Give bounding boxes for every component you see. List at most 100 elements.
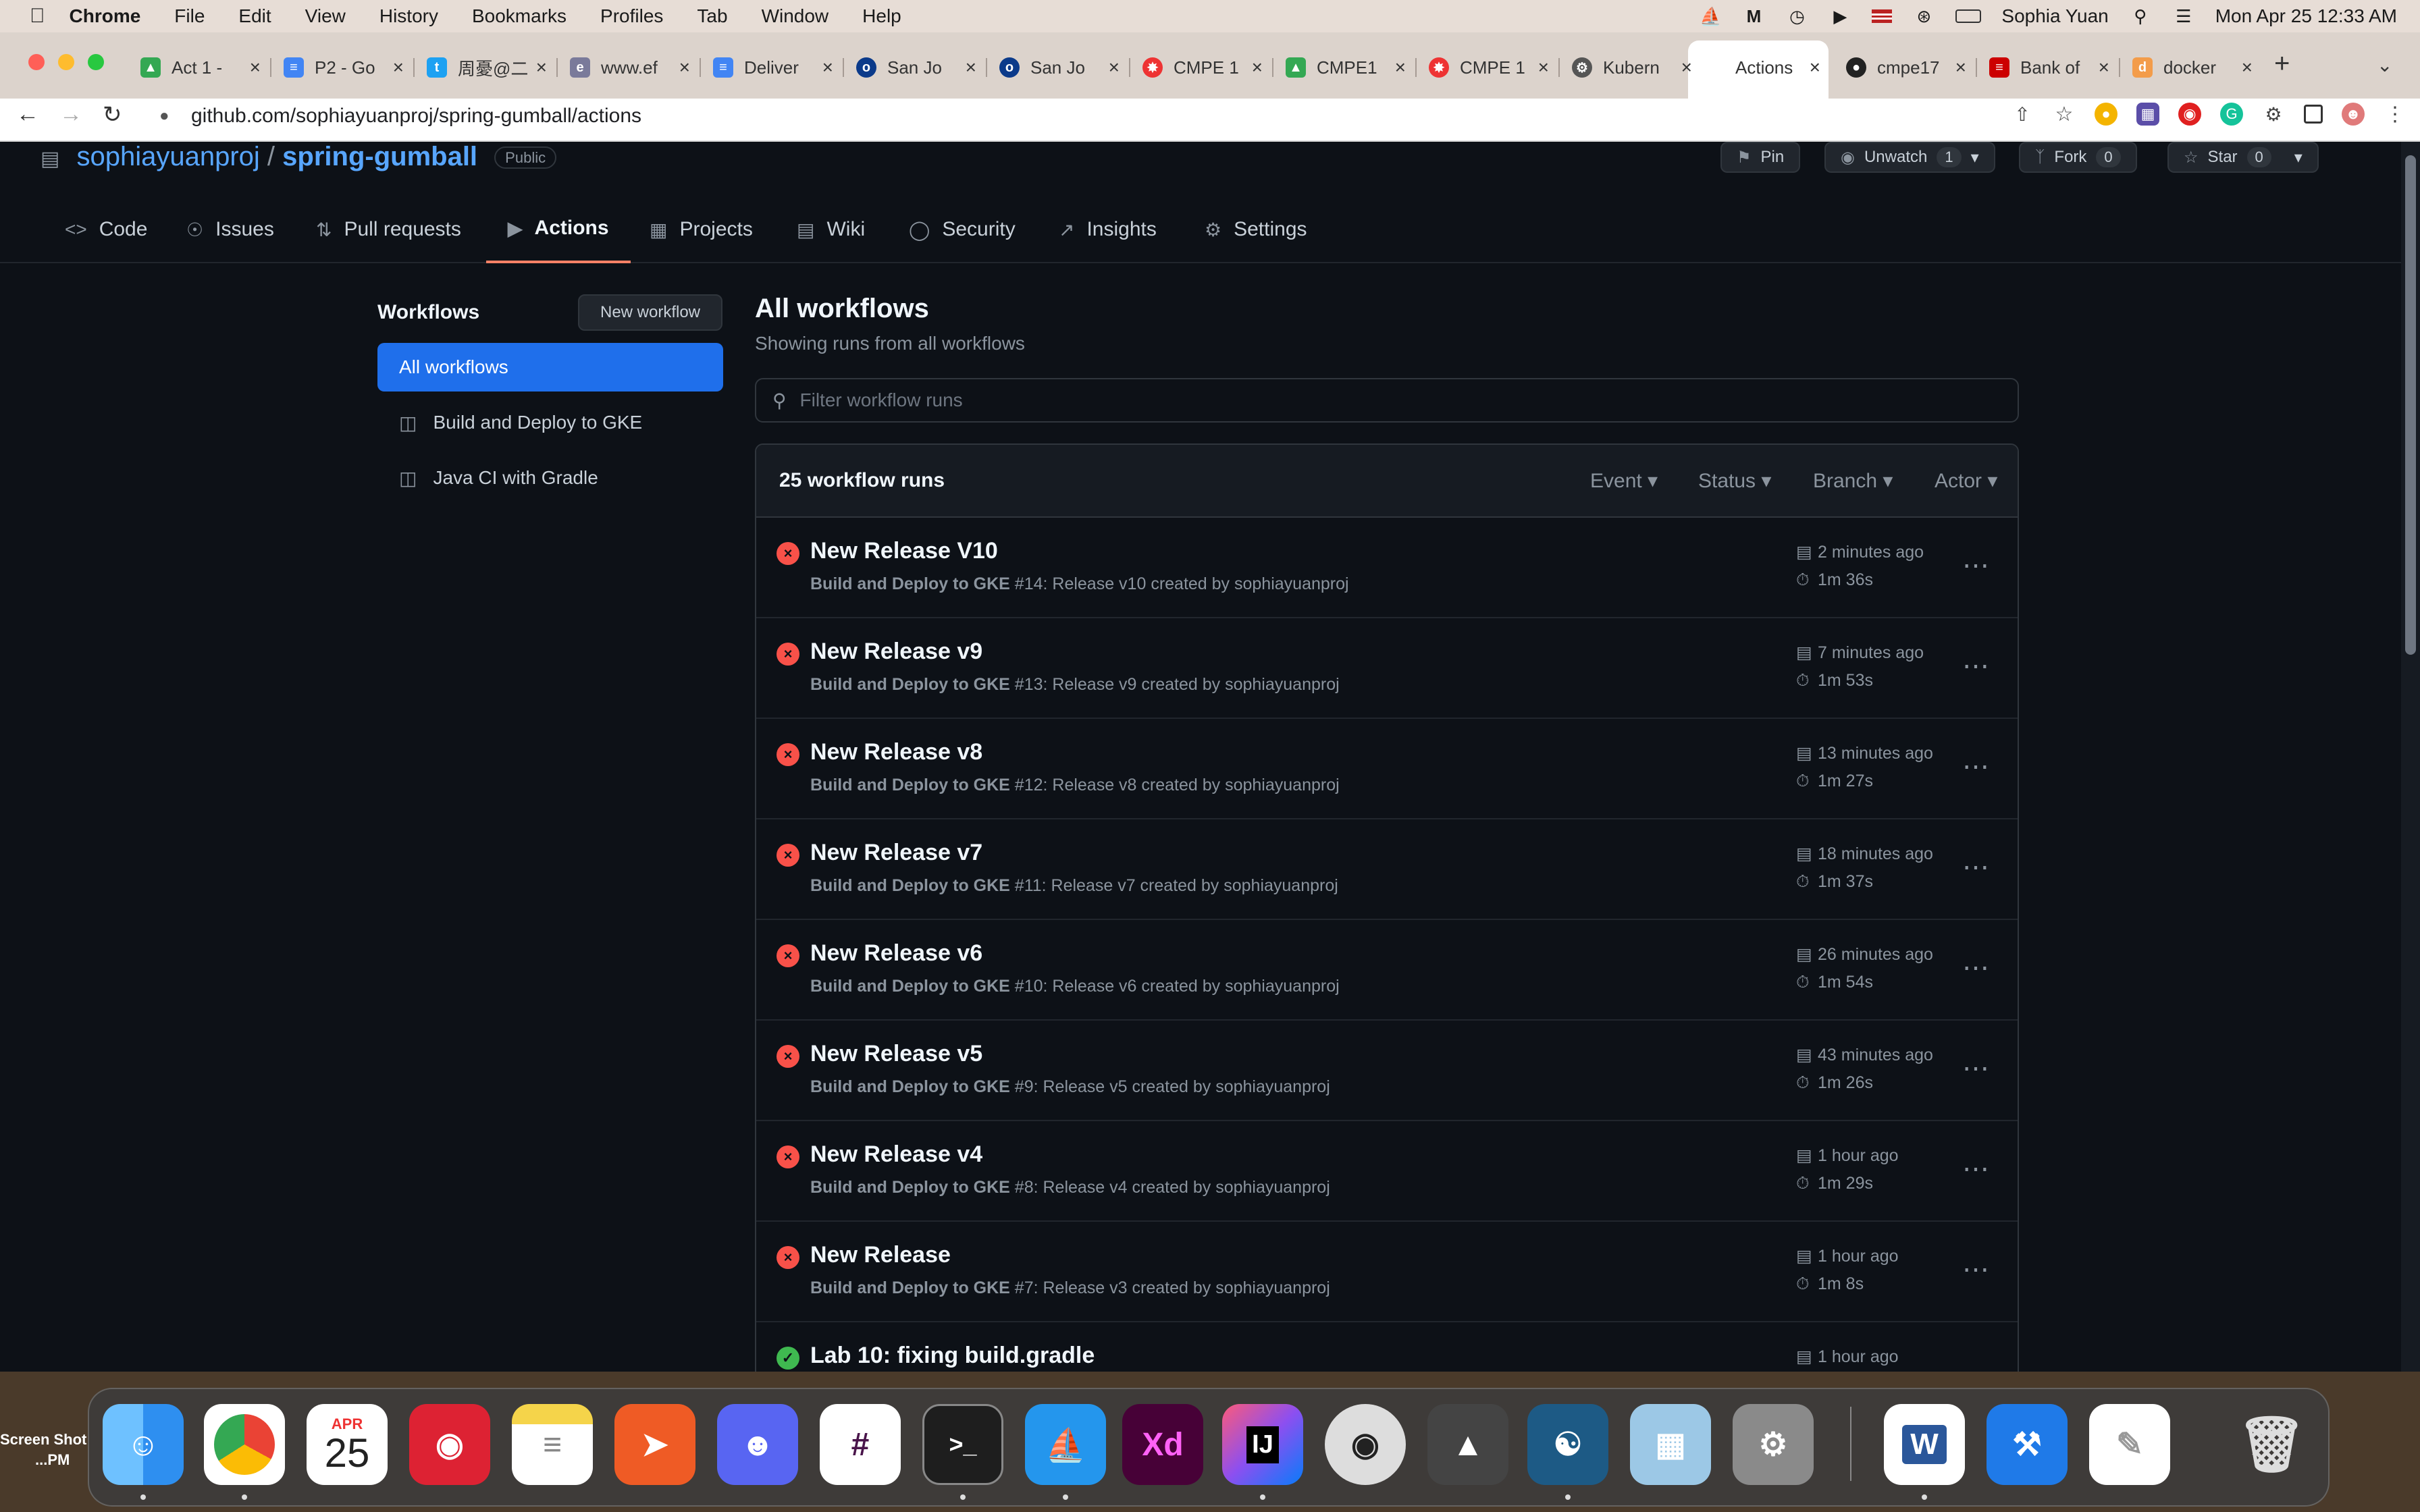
profile-avatar-icon[interactable]: ☻ bbox=[2342, 103, 2365, 126]
side-panel-icon[interactable] bbox=[2304, 105, 2323, 124]
page-scrollbar[interactable] bbox=[2401, 142, 2420, 1372]
terminal-icon[interactable]: >_ bbox=[922, 1404, 1003, 1485]
run-title[interactable]: Lab 10: fixing build.gradle bbox=[810, 1343, 1095, 1369]
lock-icon[interactable]: ● bbox=[159, 107, 169, 126]
tab-projects[interactable]: ▦ Projects bbox=[650, 196, 753, 263]
tab-actions[interactable]: Actions × bbox=[1720, 50, 1829, 85]
unity-icon[interactable]: ▲ bbox=[1427, 1404, 1508, 1485]
repo-name-link[interactable]: spring-gumball bbox=[282, 142, 477, 171]
scrollbar-thumb[interactable] bbox=[2405, 155, 2416, 655]
close-tab-icon[interactable]: × bbox=[393, 57, 404, 78]
notes-icon[interactable]: ≡ bbox=[512, 1404, 593, 1485]
extension-red-icon[interactable]: ◉ bbox=[2178, 103, 2201, 126]
reload-icon[interactable]: ↻ bbox=[103, 101, 122, 128]
postman-icon[interactable]: ➤ bbox=[614, 1404, 695, 1485]
textedit-icon[interactable]: ✎ bbox=[2089, 1404, 2170, 1485]
more-options-icon[interactable]: ⋯ bbox=[1962, 852, 1991, 883]
menu-file[interactable]: File bbox=[174, 5, 205, 27]
malwarebytes-icon[interactable]: M bbox=[1742, 6, 1765, 26]
run-title[interactable]: New Release v5 bbox=[810, 1041, 982, 1067]
workflow-run-row[interactable]: × New Release V10 Build and Deploy to GK… bbox=[756, 518, 2018, 618]
close-tab-icon[interactable]: × bbox=[2242, 57, 2253, 78]
chrome-icon[interactable] bbox=[204, 1404, 285, 1485]
tab-wiki[interactable]: ▤ Wiki bbox=[797, 196, 865, 263]
menu-clock[interactable]: Mon Apr 25 12:33 AM bbox=[2215, 5, 2397, 27]
branch-filter[interactable]: Branch ▾ bbox=[1813, 469, 1893, 493]
repo-owner-link[interactable]: sophiayuanproj bbox=[76, 142, 259, 171]
share-icon[interactable]: ⇧ bbox=[2011, 103, 2034, 126]
slack-icon[interactable]: # bbox=[820, 1404, 901, 1485]
close-tab-icon[interactable]: × bbox=[822, 57, 833, 78]
menu-help[interactable]: Help bbox=[862, 5, 901, 27]
run-title[interactable]: New Release bbox=[810, 1242, 951, 1268]
play-circle-icon[interactable]: ▶ bbox=[1829, 6, 1851, 26]
unwatch-button[interactable]: ◉ Unwatch 1 ▾ bbox=[1824, 142, 1995, 173]
workflow-run-row[interactable]: × New Release v6 Build and Deploy to GKE… bbox=[756, 920, 2018, 1021]
tab-act1[interactable]: ▲ Act 1 - × bbox=[128, 50, 269, 85]
close-window-button[interactable] bbox=[28, 54, 45, 70]
run-title[interactable]: New Release v8 bbox=[810, 739, 982, 765]
extensions-puzzle-icon[interactable]: ⚙ bbox=[2262, 103, 2285, 126]
tab-kubernetes[interactable]: ⚙ Kubern × bbox=[1560, 50, 1700, 85]
close-tab-icon[interactable]: × bbox=[1252, 57, 1263, 78]
caret-down-icon[interactable]: ▾ bbox=[1971, 148, 1979, 167]
tab-insights[interactable]: ↗ Insights bbox=[1059, 196, 1157, 263]
new-workflow-button[interactable]: New workflow bbox=[578, 294, 722, 331]
extension-color-icon[interactable]: ● bbox=[2095, 103, 2118, 126]
grammarly-icon[interactable]: G bbox=[2220, 103, 2243, 126]
close-tab-icon[interactable]: × bbox=[536, 57, 547, 78]
us-flag-icon[interactable] bbox=[1872, 9, 1893, 23]
workflow-run-row[interactable]: × New Release v5 Build and Deploy to GKE… bbox=[756, 1021, 2018, 1121]
filter-workflow-runs[interactable]: ⚲ bbox=[755, 378, 2019, 423]
close-tab-icon[interactable]: × bbox=[1538, 57, 1549, 78]
menu-window[interactable]: Window bbox=[762, 5, 829, 27]
tab-pull-requests[interactable]: ⇅ Pull requests bbox=[316, 196, 461, 263]
tab-actions[interactable]: ▶ Actions bbox=[486, 196, 631, 263]
menu-profiles[interactable]: Profiles bbox=[600, 5, 663, 27]
run-title[interactable]: New Release v4 bbox=[810, 1141, 982, 1168]
apple-menu-icon[interactable]:  bbox=[30, 5, 45, 28]
spotlight-search-icon[interactable]: ⚲ bbox=[2129, 6, 2152, 26]
tab-cmpe-3[interactable]: ✸ CMPE 1 × bbox=[1417, 50, 1557, 85]
sidebar-item-java-ci-gradle[interactable]: ◫ Java CI with Gradle bbox=[377, 454, 723, 502]
menu-history[interactable]: History bbox=[379, 5, 438, 27]
tab-sanjose-2[interactable]: o San Jo × bbox=[987, 50, 1128, 85]
xcode-icon[interactable]: ⚒ bbox=[1987, 1404, 2068, 1485]
mysql-workbench-icon[interactable]: ☯ bbox=[1527, 1404, 1608, 1485]
filter-input[interactable] bbox=[799, 389, 1948, 411]
finder-icon[interactable]: ☺ bbox=[103, 1404, 184, 1485]
address-bar[interactable]: github.com/sophiayuanproj/spring-gumball… bbox=[191, 105, 641, 128]
menu-view[interactable]: View bbox=[305, 5, 346, 27]
run-title[interactable]: New Release v6 bbox=[810, 940, 982, 967]
more-options-icon[interactable]: ⋯ bbox=[1962, 1254, 1991, 1285]
status-filter[interactable]: Status ▾ bbox=[1698, 469, 1771, 493]
maximize-window-button[interactable] bbox=[88, 54, 104, 70]
control-center-icon[interactable]: ☰ bbox=[2172, 6, 2195, 26]
close-tab-icon[interactable]: × bbox=[1681, 57, 1692, 78]
tab-bank[interactable]: ≡ Bank of × bbox=[1977, 50, 2118, 85]
pin-button[interactable]: ⚑ Pin bbox=[1720, 142, 1801, 173]
menu-tab[interactable]: Tab bbox=[697, 5, 727, 27]
tab-issues[interactable]: ☉ Issues bbox=[186, 196, 274, 263]
forward-icon[interactable]: → bbox=[59, 101, 82, 128]
workflow-run-row[interactable]: × New Release v4 Build and Deploy to GKE… bbox=[756, 1121, 2018, 1222]
more-options-icon[interactable]: ⋯ bbox=[1962, 550, 1991, 581]
tab-code[interactable]: <> Code bbox=[65, 196, 147, 263]
tab-docker[interactable]: d docker × bbox=[2120, 50, 2261, 85]
bookmark-star-icon[interactable]: ☆ bbox=[2053, 103, 2076, 126]
menu-edit[interactable]: Edit bbox=[238, 5, 271, 27]
tab-sanjose-1[interactable]: o San Jo × bbox=[844, 50, 984, 85]
tab-deliver[interactable]: ≡ Deliver × bbox=[701, 50, 841, 85]
close-tab-icon[interactable]: × bbox=[1955, 57, 1966, 78]
menu-bookmarks[interactable]: Bookmarks bbox=[472, 5, 567, 27]
bluetooth-icon[interactable]: ⊛ bbox=[1912, 6, 1935, 26]
adobe-xd-icon[interactable]: Xd bbox=[1122, 1404, 1203, 1485]
tab-settings[interactable]: ⚙ Settings bbox=[1205, 196, 1307, 263]
workflow-run-row[interactable]: × New Release v7 Build and Deploy to GKE… bbox=[756, 819, 2018, 920]
docker-app-icon[interactable]: ⛵ bbox=[1025, 1404, 1106, 1485]
close-tab-icon[interactable]: × bbox=[1395, 57, 1406, 78]
tab-www[interactable]: e www.ef × bbox=[558, 50, 698, 85]
run-title[interactable]: New Release V10 bbox=[810, 538, 998, 564]
workflow-run-row[interactable]: ✓ Lab 10: fixing build.gradle ▤ 1 hour ag… bbox=[756, 1322, 2018, 1372]
run-title[interactable]: New Release v7 bbox=[810, 840, 982, 866]
